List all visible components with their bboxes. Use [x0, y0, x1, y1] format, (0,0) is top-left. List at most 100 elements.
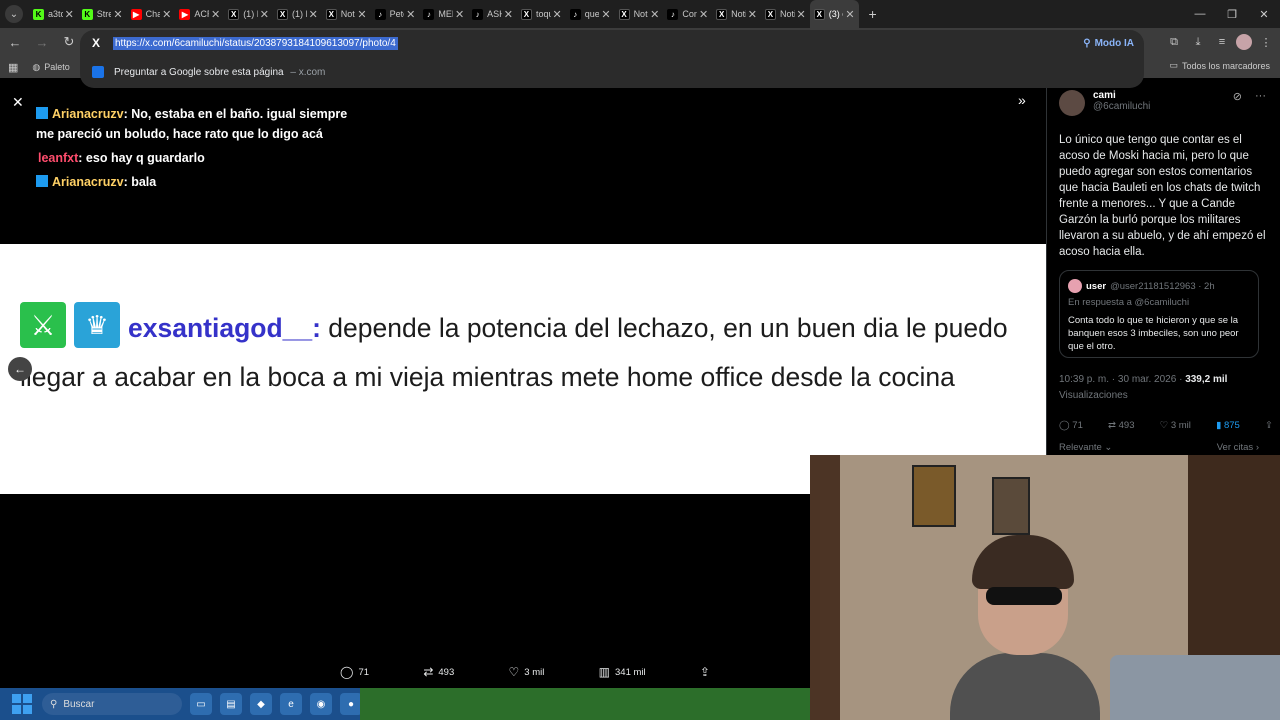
close-tab-icon[interactable]: ✕ — [357, 8, 366, 21]
repost-button[interactable]: ⇄ 493 — [423, 665, 454, 679]
reply-handle: @user21181512963 · 2h — [1110, 280, 1215, 292]
reload-icon[interactable]: ↻ — [57, 30, 81, 54]
browser-tab[interactable]: ♪Peter✕ — [371, 0, 420, 28]
browser-tab[interactable]: X(1) Ir✕ — [273, 0, 322, 28]
edge-icon[interactable]: e — [280, 693, 302, 715]
close-tab-icon[interactable]: ✕ — [504, 8, 513, 21]
reply-button[interactable]: ◯ 71 — [340, 665, 369, 679]
tab-title: Notif — [340, 9, 356, 19]
browser-tab[interactable]: Ka3to✕ — [29, 0, 78, 28]
avatar[interactable] — [1059, 90, 1085, 116]
back-icon[interactable]: ← — [3, 30, 27, 54]
close-tab-icon[interactable]: ✕ — [601, 8, 610, 21]
forward-icon[interactable]: → — [30, 30, 54, 54]
minimize-icon[interactable]: — — [1184, 0, 1216, 28]
chrome-icon[interactable]: ◉ — [310, 693, 332, 715]
share-button[interactable]: ⇪ — [700, 665, 710, 679]
view-quotes-link[interactable]: Ver citas › — [1217, 442, 1259, 453]
tab-title: Cons — [682, 9, 697, 19]
browser-tab[interactable]: X(1) N✕ — [224, 0, 273, 28]
reply-card[interactable]: user @user21181512963 · 2h En respuesta … — [1059, 270, 1259, 358]
view-quotes-label: Ver citas — [1216, 442, 1254, 453]
obs-icon[interactable]: ● — [340, 693, 362, 715]
close-tab-icon[interactable]: ✕ — [845, 8, 854, 21]
close-icon[interactable]: ✕ — [12, 94, 24, 111]
address-bar[interactable]: X https://x.com/6camiluchi/status/203879… — [80, 30, 1144, 56]
reading-list-icon[interactable]: ≡ — [1212, 32, 1232, 52]
browser-tab[interactable]: ▶Chap✕ — [127, 0, 176, 28]
browser-tab[interactable]: XNotif✕ — [712, 0, 761, 28]
stream-chat: Arianacruzv: No, estaba en el baño. igua… — [36, 104, 366, 196]
chat-badge-icon — [36, 107, 48, 119]
close-tab-icon[interactable]: ✕ — [748, 8, 757, 21]
file-explorer-icon[interactable]: ▤ — [220, 693, 242, 715]
browser-tab[interactable]: XNotif✕ — [761, 0, 810, 28]
browser-tab[interactable]: ▶ACRI✕ — [175, 0, 224, 28]
x-favicon-icon: X — [764, 8, 776, 20]
browser-tab[interactable]: ♪MELI✕ — [419, 0, 468, 28]
close-tab-icon[interactable]: ✕ — [113, 8, 122, 21]
reply-text: Conta todo lo que te hicieron y que se l… — [1068, 315, 1239, 352]
kick-favicon-icon: K — [81, 8, 93, 20]
screen: ⌄ Ka3to✕KStrea✕▶Chap✕▶ACRI✕X(1) N✕X(1) I… — [0, 0, 1280, 720]
close-tab-icon[interactable]: ✕ — [797, 8, 806, 21]
tab-title: MELI — [438, 9, 453, 19]
chat-text: : eso hay q guardarlo — [78, 151, 205, 165]
collapse-panel-icon[interactable]: » — [1018, 92, 1026, 108]
close-tab-icon[interactable]: ✕ — [211, 8, 220, 21]
downloads-icon[interactable]: ⤓ — [1188, 32, 1208, 52]
menu-icon[interactable]: ⋮ — [1256, 32, 1276, 52]
previous-photo-icon[interactable]: ← — [8, 357, 32, 381]
close-tab-icon[interactable]: ✕ — [65, 8, 74, 21]
close-tab-icon[interactable]: ✕ — [309, 8, 318, 21]
like-button[interactable]: ♡ 3 mil — [509, 665, 545, 679]
tweet-author[interactable]: cami @6camiluchi — [1059, 90, 1150, 116]
search-icon: ⚲ — [50, 698, 58, 710]
maximize-icon[interactable]: ❐ — [1216, 0, 1248, 28]
new-tab-icon[interactable]: + — [869, 6, 877, 22]
close-tab-icon[interactable]: ✕ — [455, 8, 464, 21]
browser-tab[interactable]: Xtoque✕ — [517, 0, 566, 28]
browser-tab[interactable]: XNotif✕ — [322, 0, 371, 28]
apps-icon[interactable]: ▦ — [8, 61, 18, 74]
browser-tab[interactable]: X(3) c✕ — [809, 0, 859, 28]
sunglasses — [986, 587, 1062, 605]
chevron-right-icon: › — [1255, 442, 1259, 453]
tab-search-icon[interactable]: ⌄ — [5, 5, 23, 23]
taskbar-search[interactable]: ⚲ Buscar — [42, 693, 182, 715]
bookmark-button[interactable]: ▮ 875 — [1216, 420, 1240, 431]
close-window-icon[interactable]: ✕ — [1248, 0, 1280, 28]
more-icon[interactable]: ··· — [1255, 90, 1266, 102]
browser-tab[interactable]: KStrea✕ — [78, 0, 127, 28]
url-text[interactable]: https://x.com/6camiluchi/status/20387931… — [113, 36, 398, 50]
ai-mode-button[interactable]: ⚲ Modo IA — [1077, 34, 1140, 52]
repost-button[interactable]: ⇄ 493 — [1108, 420, 1134, 431]
windows-start-icon[interactable] — [12, 694, 32, 714]
all-bookmarks[interactable]: ▭ Todos los marcadores — [1169, 60, 1270, 71]
sort-replies-dropdown[interactable]: Relevante ⌄ — [1059, 442, 1112, 453]
omnibox-suggestion[interactable]: Preguntar a Google sobre esta página – x… — [80, 56, 1144, 88]
share-button[interactable]: ⇪ — [1265, 420, 1273, 431]
reply-avatar — [1068, 279, 1082, 293]
task-view-icon[interactable]: ▭ — [190, 693, 212, 715]
close-tab-icon[interactable]: ✕ — [162, 8, 171, 21]
bookmark-item[interactable]: ◍ Paleto — [32, 62, 69, 73]
close-tab-icon[interactable]: ✕ — [260, 8, 269, 21]
extensions-icon[interactable]: ⧉ — [1164, 32, 1184, 52]
like-button[interactable]: ♡ 3 mil — [1160, 420, 1191, 431]
photo-actions: ◯ 71 ⇄ 493 ♡ 3 mil ▥ 341 mil ⇪ — [340, 664, 710, 680]
store-icon[interactable]: ◆ — [250, 693, 272, 715]
close-tab-icon[interactable]: ✕ — [553, 8, 562, 21]
reply-button[interactable]: ◯ 71 — [1059, 420, 1083, 431]
browser-tab[interactable]: XNotif✕ — [615, 0, 664, 28]
grok-icon[interactable]: ⊘ — [1233, 90, 1242, 103]
close-tab-icon[interactable]: ✕ — [699, 8, 708, 21]
close-tab-icon[interactable]: ✕ — [650, 8, 659, 21]
browser-tab[interactable]: ♪Cons✕ — [663, 0, 712, 28]
tab-strip: ⌄ Ka3to✕KStrea✕▶Chap✕▶ACRI✕X(1) N✕X(1) I… — [0, 0, 1280, 28]
browser-tab[interactable]: ♪ASHI✕ — [468, 0, 517, 28]
close-tab-icon[interactable]: ✕ — [406, 8, 415, 21]
views-button[interactable]: ▥ 341 mil — [599, 665, 646, 679]
browser-tab[interactable]: ♪que l✕ — [566, 0, 615, 28]
profile-avatar[interactable] — [1236, 34, 1252, 50]
